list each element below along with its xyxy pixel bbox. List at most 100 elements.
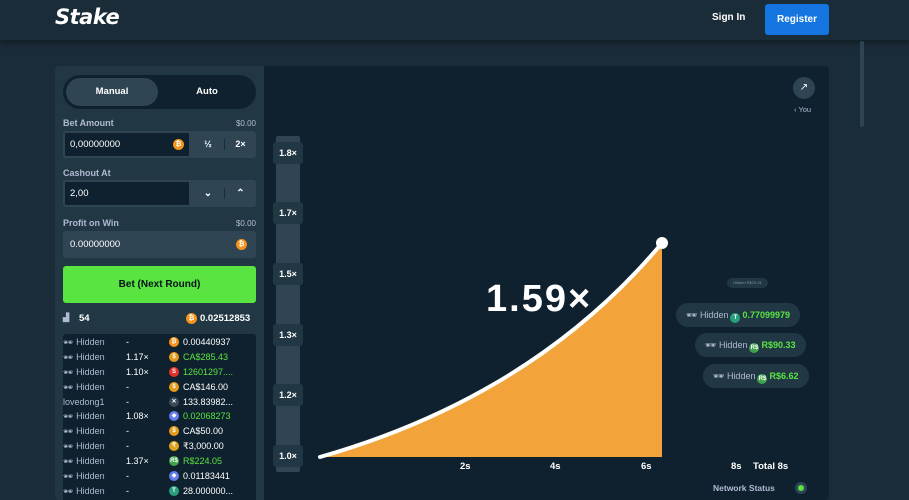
player-value: R$224.05 (183, 456, 223, 467)
hidden-user-icon: 🕶 (63, 338, 74, 347)
x-tick: 6s (641, 461, 652, 472)
round-stats: ▟ 54 ₿ 0.02512853 (63, 312, 256, 328)
player-name: 🕶 Hidden (63, 471, 105, 482)
total-time: Total 8s (753, 461, 789, 472)
top-bar: Stake Sign In Register (0, 0, 909, 40)
total-bet: 0.02512853 (200, 313, 251, 324)
inr-currency-icon: ₹ (169, 441, 179, 452)
brl-currency-icon: R$ (749, 343, 760, 353)
cad-currency-icon: $ (169, 351, 179, 362)
player-value: 28.000000... (183, 485, 234, 496)
player-count: 54 (79, 313, 90, 324)
player-name: 🕶 Hidden (63, 441, 105, 452)
brl-currency-icon: R$ (757, 374, 768, 384)
player-multiplier: - (126, 337, 129, 347)
eth-currency-icon: ◆ (169, 471, 179, 482)
hidden-user-icon: 🕶 (63, 382, 74, 392)
player-value: 0.00440937 (183, 337, 231, 347)
player-name: 🕶 Hidden (63, 366, 105, 377)
player-value: 12601297.... (183, 366, 234, 377)
payout-value: R$90.33 (761, 340, 796, 350)
btc-coin-icon: ₿ (186, 313, 197, 324)
player-row: 🕶 Hidden 1.08× ◆ 0.02068273 (63, 410, 256, 425)
btc-coin-icon: ₿ (173, 139, 184, 150)
cashout-group: 2,00 ⌄ ⌃ (63, 180, 256, 207)
player-row: 🕶 Hidden - T 28.000000... (63, 485, 256, 500)
player-name: 🕶 Hidden (63, 337, 105, 347)
player-value: 0.01183441 (183, 471, 230, 482)
player-multiplier: - (126, 441, 129, 452)
page-scrollbar[interactable] (860, 41, 864, 127)
players-list: 🕶 Hidden - ₿ 0.00440937 🕶 Hidden 1.17× $ CA$285.4… (63, 334, 256, 500)
bet-amount-usd: $0.00 (235, 119, 256, 128)
bet-amount-group: 0,00000000 ₿ ½ 2× (63, 131, 256, 158)
player-value: 133.83982... (183, 396, 234, 407)
player-name: 🕶 Hidden (63, 381, 105, 392)
player-row: 🕶 Hidden - ₿ 0.00440937 (63, 336, 256, 351)
player-value: CA$285.43 (183, 351, 229, 362)
xrp-currency-icon: ✕ (169, 396, 179, 407)
payout-name: Hidden (718, 340, 748, 350)
player-value: 0.02068273 (183, 411, 231, 422)
player-value: CA$146.00 (183, 381, 229, 392)
player-multiplier: 1.37× (126, 456, 149, 467)
btc-currency-icon: ₿ (169, 337, 179, 347)
players-icon: ▟ (63, 313, 70, 322)
sign-in-link[interactable]: Sign In (712, 12, 745, 23)
register-button[interactable]: Register (765, 4, 829, 35)
player-row: 🕶 Hidden - $ CA$50.00 (63, 425, 256, 440)
cad-currency-icon: $ (169, 381, 179, 392)
cad-currency-icon: $ (169, 426, 179, 437)
usdt-currency-icon: T (169, 485, 179, 496)
shib-currency-icon: S (169, 366, 179, 377)
player-row: 🕶 Hidden - $ CA$146.00 (63, 381, 256, 396)
payout-name: Hidden (726, 371, 756, 381)
player-name: lovedong1 (63, 396, 105, 407)
chevron-up-icon[interactable]: ⌃ (225, 180, 256, 207)
usdt-currency-icon: T (730, 313, 741, 323)
x-tick: 4s (550, 461, 561, 472)
hidden-user-icon: 🕶 (63, 427, 74, 437)
chart-area: ↗ ‹ You 1.8× 1.7× 1.5× 1.3× 1.2× 1.0× 1.… (264, 66, 829, 500)
player-multiplier: - (126, 485, 129, 496)
mini-payout-badge: Hidden R$23.91 (727, 278, 768, 288)
half-button[interactable]: ½ (193, 131, 223, 158)
player-value: ₹3,000.00 (183, 441, 224, 452)
network-status-label: Network Status (713, 483, 775, 493)
player-name: 🕶 Hidden (63, 426, 105, 437)
player-name: 🕶 Hidden (63, 456, 105, 467)
btc-coin-icon: ₿ (236, 239, 247, 250)
profit-input: 0.00000000 (63, 231, 256, 258)
tab-auto[interactable]: Auto (161, 78, 253, 106)
curve-fill (320, 243, 662, 457)
hidden-user-icon: 🕶 (713, 371, 727, 381)
hidden-user-icon: 🕶 (63, 472, 74, 482)
tab-manual[interactable]: Manual (66, 78, 158, 106)
hidden-user-icon: 🕶 (63, 442, 74, 452)
hidden-user-icon: 🕶 (63, 352, 74, 362)
bet-sidebar: Manual Auto Bet Amount $0.00 0,00000000 … (55, 66, 264, 500)
chevron-down-icon[interactable]: ⌄ (193, 180, 223, 207)
player-row: 🕶 Hidden 1.10× S 12601297.... (63, 366, 256, 381)
cashout-input[interactable]: 2,00 (63, 180, 191, 207)
profit-label: Profit on Win (63, 218, 119, 228)
stake-logo[interactable]: Stake (55, 5, 120, 29)
payout-value: R$6.62 (769, 371, 799, 381)
double-button[interactable]: 2× (225, 131, 256, 158)
player-row: 🕶 Hidden - ◆ 0.01183441 (63, 470, 256, 485)
current-multiplier: 1.59× (486, 278, 593, 320)
bet-button[interactable]: Bet (Next Round) (63, 266, 256, 303)
payout-name: Hidden (699, 310, 729, 320)
mode-toggle: Manual Auto (63, 75, 256, 109)
player-multiplier: - (126, 396, 129, 407)
player-row: lovedong1 - ✕ 133.83982... (63, 396, 256, 411)
curve-head (656, 237, 668, 249)
x-tick: 8s (731, 461, 742, 472)
player-multiplier: - (126, 426, 129, 437)
player-row: 🕶 Hidden - ₹ ₹3,000.00 (63, 440, 256, 455)
player-multiplier: - (126, 471, 129, 482)
profit-group: 0.00000000 ₿ (63, 231, 256, 258)
hidden-user-icon: 🕶 (63, 457, 74, 467)
bet-amount-input[interactable]: 0,00000000 (63, 131, 191, 158)
brl-currency-icon: R$ (169, 456, 179, 467)
